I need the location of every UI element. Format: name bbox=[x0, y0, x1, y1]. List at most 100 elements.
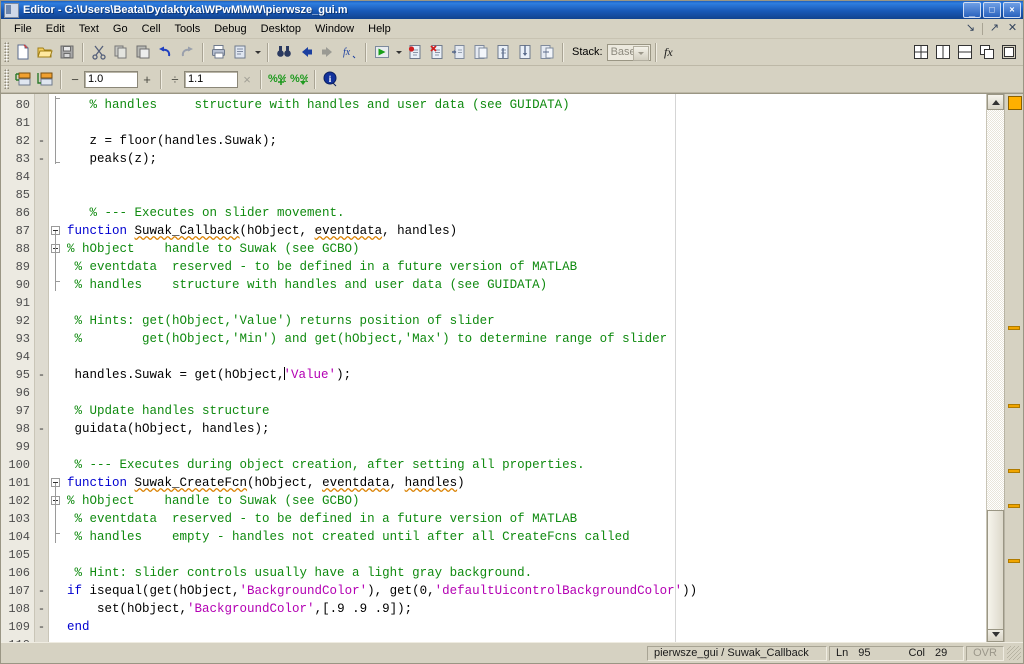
undo-button[interactable] bbox=[154, 41, 176, 63]
cell-toolbar-grip[interactable] bbox=[4, 69, 9, 89]
breakpoint-slot[interactable]: - bbox=[35, 366, 48, 384]
fold-slot[interactable] bbox=[49, 456, 63, 474]
menu-text[interactable]: Text bbox=[72, 21, 106, 37]
breakpoint-slot[interactable] bbox=[35, 456, 48, 474]
step-button[interactable] bbox=[448, 41, 470, 63]
insert-cell-divider-button[interactable] bbox=[34, 68, 56, 90]
code-line[interactable]: % Hints: get(hObject,'Value') returns po… bbox=[63, 312, 986, 330]
fold-slot[interactable] bbox=[49, 330, 63, 348]
menu-edit[interactable]: Edit bbox=[39, 21, 72, 37]
breakpoint-slot[interactable] bbox=[35, 348, 48, 366]
code-line[interactable]: peaks(z); bbox=[63, 150, 986, 168]
function-browser-button[interactable]: fx bbox=[339, 41, 361, 63]
breakpoint-slot[interactable] bbox=[35, 222, 48, 240]
print-dropdown-button[interactable] bbox=[252, 41, 263, 63]
fold-slot[interactable] bbox=[49, 384, 63, 402]
fold-slot[interactable] bbox=[49, 618, 63, 636]
code-text-area[interactable]: % handles structure with handles and use… bbox=[63, 94, 986, 642]
panel-close-icon[interactable]: ✕ bbox=[1006, 22, 1019, 35]
fold-slot[interactable] bbox=[49, 510, 63, 528]
forward-button[interactable] bbox=[317, 41, 339, 63]
code-line[interactable]: % handles structure with handles and use… bbox=[63, 96, 986, 114]
evaluate-cell-button[interactable]: %% bbox=[266, 68, 288, 90]
code-line[interactable]: % --- Executes on slider movement. bbox=[63, 204, 986, 222]
fold-slot[interactable] bbox=[49, 240, 63, 258]
scrollbar-thumb[interactable] bbox=[987, 510, 1004, 630]
scrollbar-track[interactable] bbox=[987, 110, 1004, 630]
tile-vertical-button[interactable] bbox=[932, 41, 954, 63]
breakpoint-slot[interactable] bbox=[35, 384, 48, 402]
resize-grip[interactable] bbox=[1007, 646, 1021, 660]
fold-slot[interactable] bbox=[49, 276, 63, 294]
fold-slot[interactable] bbox=[49, 294, 63, 312]
fold-slot[interactable] bbox=[49, 168, 63, 186]
exit-debug-button[interactable] bbox=[536, 41, 558, 63]
fold-slot[interactable] bbox=[49, 312, 63, 330]
fold-slot[interactable] bbox=[49, 366, 63, 384]
code-line[interactable] bbox=[63, 636, 986, 642]
fold-slot[interactable] bbox=[49, 132, 63, 150]
code-line[interactable]: % handles empty - handles not created un… bbox=[63, 528, 986, 546]
clear-breakpoints-button[interactable] bbox=[426, 41, 448, 63]
mlint-warning-marker[interactable] bbox=[1008, 469, 1020, 473]
code-line[interactable]: % handles structure with handles and use… bbox=[63, 276, 986, 294]
fold-slot[interactable] bbox=[49, 222, 63, 240]
increment-input[interactable]: 1.0 bbox=[84, 70, 138, 88]
code-line[interactable]: % hObject handle to Suwak (see GCBO) bbox=[63, 492, 986, 510]
code-line[interactable] bbox=[63, 168, 986, 186]
fx-toolbar-button[interactable]: fx bbox=[661, 41, 683, 63]
breakpoint-slot[interactable] bbox=[35, 510, 48, 528]
fold-slot[interactable] bbox=[49, 474, 63, 492]
fold-slot[interactable] bbox=[49, 438, 63, 456]
breakpoint-slot[interactable] bbox=[35, 564, 48, 582]
breakpoint-slot[interactable] bbox=[35, 312, 48, 330]
code-line[interactable]: % --- Executes during object creation, a… bbox=[63, 456, 986, 474]
maximize-button[interactable]: □ bbox=[983, 2, 1001, 18]
fold-slot[interactable] bbox=[49, 420, 63, 438]
code-line[interactable] bbox=[63, 348, 986, 366]
code-line[interactable]: % eventdata reserved - to be defined in … bbox=[63, 258, 986, 276]
fold-slot[interactable] bbox=[49, 402, 63, 420]
breakpoint-slot[interactable]: - bbox=[35, 600, 48, 618]
tile-horizontal-button[interactable] bbox=[954, 41, 976, 63]
code-line[interactable]: % eventdata reserved - to be defined in … bbox=[63, 510, 986, 528]
factor-input[interactable]: 1.1 bbox=[184, 70, 238, 88]
fold-slot[interactable] bbox=[49, 150, 63, 168]
set-breakpoint-button[interactable] bbox=[404, 41, 426, 63]
paste-button[interactable] bbox=[132, 41, 154, 63]
mlint-warning-marker[interactable] bbox=[1008, 404, 1020, 408]
evaluate-cell-advance-button[interactable]: %% bbox=[288, 68, 310, 90]
code-line[interactable]: z = floor(handles.Suwak); bbox=[63, 132, 986, 150]
minimize-button[interactable]: _ bbox=[963, 2, 981, 18]
breakpoint-slot[interactable]: - bbox=[35, 582, 48, 600]
fold-slot[interactable] bbox=[49, 258, 63, 276]
fold-slot[interactable] bbox=[49, 564, 63, 582]
vertical-scrollbar[interactable] bbox=[986, 94, 1004, 642]
step-out-button[interactable] bbox=[492, 41, 514, 63]
breakpoint-slot[interactable] bbox=[35, 330, 48, 348]
code-line[interactable] bbox=[63, 438, 986, 456]
run-button[interactable] bbox=[371, 41, 393, 63]
fold-slot[interactable] bbox=[49, 582, 63, 600]
code-line[interactable]: end bbox=[63, 618, 986, 636]
tile-grid-button[interactable] bbox=[910, 41, 932, 63]
insert-cell-button[interactable] bbox=[12, 68, 34, 90]
code-line[interactable]: guidata(hObject, handles); bbox=[63, 420, 986, 438]
dock-icon[interactable]: ↘ bbox=[964, 22, 977, 35]
fold-slot[interactable] bbox=[49, 492, 63, 510]
code-line[interactable]: function Suwak_Callback(hObject, eventda… bbox=[63, 222, 986, 240]
code-line[interactable] bbox=[63, 384, 986, 402]
mlint-warning-marker[interactable] bbox=[1008, 326, 1020, 330]
increment-button[interactable]: + bbox=[138, 72, 156, 87]
fold-slot[interactable] bbox=[49, 186, 63, 204]
print-selection-button[interactable] bbox=[230, 41, 252, 63]
fold-slot[interactable] bbox=[49, 528, 63, 546]
breakpoint-slot[interactable] bbox=[35, 258, 48, 276]
code-line[interactable] bbox=[63, 186, 986, 204]
save-button[interactable] bbox=[56, 41, 78, 63]
mlint-warning-marker[interactable] bbox=[1008, 504, 1020, 508]
run-dropdown-button[interactable] bbox=[393, 41, 404, 63]
back-button[interactable] bbox=[295, 41, 317, 63]
breakpoint-slot[interactable] bbox=[35, 276, 48, 294]
breakpoint-slot[interactable] bbox=[35, 528, 48, 546]
